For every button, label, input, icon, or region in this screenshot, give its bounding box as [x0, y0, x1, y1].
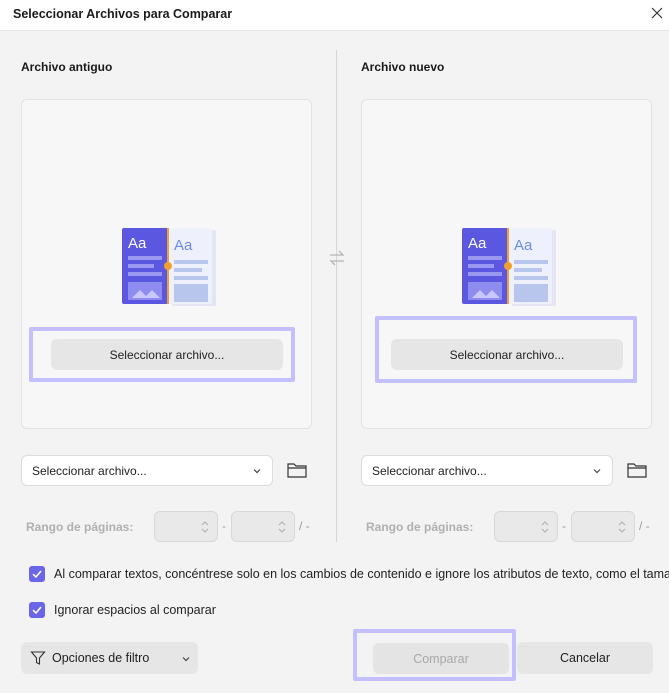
compare-text-only-label: Al comparar textos, concéntrese solo en …: [54, 567, 669, 581]
ignore-spaces-option[interactable]: Ignorar espacios al comparar: [29, 602, 216, 618]
filter-options-label: Opciones de filtro: [52, 651, 150, 665]
close-icon[interactable]: [650, 6, 664, 20]
checkmark-icon: [32, 570, 42, 579]
old-file-range-from[interactable]: [154, 511, 218, 542]
document-compare-illustration: Aa Aa: [462, 228, 556, 306]
chevron-down-icon: [593, 469, 601, 474]
illustration-glyph-right: Aa: [174, 237, 193, 254]
old-file-dropdown[interactable]: Seleccionar archivo...: [21, 455, 273, 486]
old-file-range-to[interactable]: [231, 511, 295, 542]
new-file-dropdown[interactable]: Seleccionar archivo...: [361, 455, 613, 486]
chevron-down-icon: [182, 657, 190, 662]
column-divider: [336, 50, 337, 542]
cancel-button[interactable]: Cancelar: [517, 642, 653, 674]
swap-arrows-icon[interactable]: [328, 249, 346, 267]
new-file-range-label: Rango de páginas:: [366, 520, 474, 534]
new-file-range-to[interactable]: [571, 511, 635, 542]
spinner-arrows-icon[interactable]: [541, 519, 549, 535]
spinner-arrows-icon[interactable]: [278, 519, 286, 535]
folder-icon[interactable]: [626, 460, 648, 480]
old-file-range-total: / -: [299, 519, 310, 533]
filter-funnel-icon: [30, 651, 46, 665]
checkmark-icon: [32, 606, 42, 615]
compare-text-only-option[interactable]: Al comparar textos, concéntrese solo en …: [29, 566, 669, 582]
dialog-titlebar: Seleccionar Archivos para Comparar: [0, 0, 669, 31]
old-file-dropdown-value: Seleccionar archivo...: [32, 463, 147, 478]
chevron-down-icon: [253, 469, 261, 474]
new-file-select-button[interactable]: Seleccionar archivo...: [391, 339, 623, 370]
old-file-heading: Archivo antiguo: [21, 60, 113, 74]
new-file-range-separator: -: [562, 519, 566, 533]
compare-button[interactable]: Comparar: [373, 643, 509, 674]
new-file-range-total: / -: [639, 519, 650, 533]
svg-text:Aa: Aa: [514, 237, 533, 254]
ignore-spaces-checkbox[interactable]: [29, 602, 45, 618]
old-file-range-separator: -: [222, 519, 226, 533]
spinner-arrows-icon[interactable]: [618, 519, 626, 535]
old-file-select-button[interactable]: Seleccionar archivo...: [51, 339, 283, 370]
dialog-title: Seleccionar Archivos para Comparar: [13, 7, 233, 21]
compare-text-only-checkbox[interactable]: [29, 566, 45, 582]
new-file-range-from[interactable]: [494, 511, 558, 542]
filter-options-button[interactable]: Opciones de filtro: [21, 642, 198, 674]
illustration-glyph-left: Aa: [128, 235, 147, 252]
new-file-heading: Archivo nuevo: [361, 60, 445, 74]
svg-text:Aa: Aa: [468, 235, 487, 252]
folder-icon[interactable]: [286, 460, 308, 480]
new-file-dropdown-value: Seleccionar archivo...: [372, 463, 487, 478]
old-file-range-label: Rango de páginas:: [26, 520, 134, 534]
ignore-spaces-label: Ignorar espacios al comparar: [54, 603, 216, 617]
document-compare-illustration: Aa Aa: [122, 228, 216, 306]
spinner-arrows-icon[interactable]: [201, 519, 209, 535]
